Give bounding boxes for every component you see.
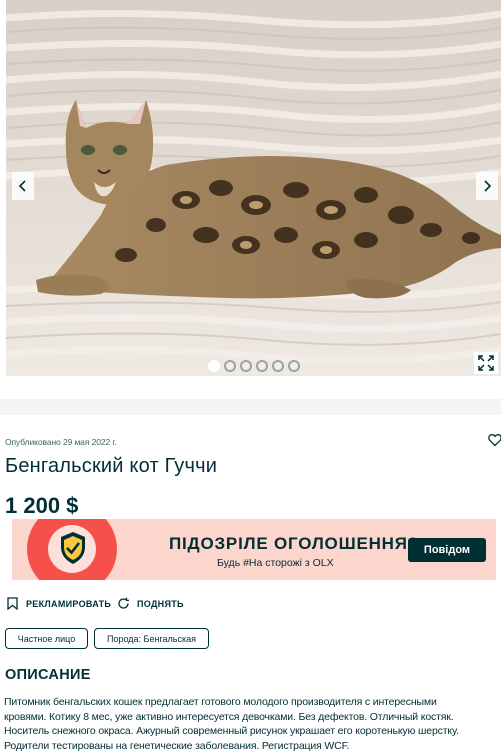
gallery-dot[interactable]: [208, 360, 220, 372]
bookmark-flag-icon: [7, 597, 18, 610]
fullscreen-button[interactable]: [474, 352, 498, 374]
description-line: Родители тестированы на генетические заб…: [4, 739, 350, 752]
expand-icon: [478, 355, 494, 371]
banner-headline: ПІДОЗРІЛЕ ОГОЛОШЕННЯ?: [169, 534, 419, 553]
gallery-dot[interactable]: [240, 360, 252, 372]
next-image-button[interactable]: [476, 172, 498, 200]
description-line: Носитель снежного окраса. Ажурный соврем…: [4, 725, 459, 738]
raise-label: ПОДНЯТЬ: [137, 598, 184, 609]
image-gallery[interactable]: [6, 0, 501, 376]
published-date: Опубликовано 29 мая 2022 г.: [5, 437, 117, 447]
description-line: кровями. Котику 8 мес, уже активно интер…: [4, 710, 454, 723]
tag-breed: Порода: Бенгальская: [94, 628, 209, 649]
promote-label: РЕКЛАМИРОВАТЬ: [26, 598, 112, 609]
heart-icon[interactable]: [488, 433, 501, 447]
gallery-dot[interactable]: [272, 360, 284, 372]
listing-price: 1 200 $: [5, 493, 79, 518]
scam-warning-banner: ПІДОЗРІЛЕ ОГОЛОШЕННЯ? Будь #На сторожі з…: [12, 519, 496, 580]
refresh-icon: [118, 597, 129, 609]
gallery-dot[interactable]: [256, 360, 268, 372]
report-button[interactable]: Повідом: [408, 538, 486, 562]
banner-subtext: Будь #На сторожі з OLX: [217, 557, 334, 569]
gallery-pagination: [208, 360, 300, 372]
shield-check-icon: [61, 532, 85, 564]
promote-button[interactable]: РЕКЛАМИРОВАТЬ: [6, 597, 111, 610]
bengal-cat-photo: [6, 0, 501, 376]
raise-button[interactable]: ПОДНЯТЬ: [117, 597, 184, 610]
description-title: ОПИСАНИЕ: [5, 667, 91, 683]
chevron-left-icon: [18, 180, 26, 192]
section-divider: [0, 399, 501, 415]
description-text: Питомник бенгальских кошек предлагает го…: [4, 695, 501, 753]
gallery-dot[interactable]: [288, 360, 300, 372]
gallery-dot[interactable]: [224, 360, 236, 372]
listing-title: Бенгальский кот Гуччи: [5, 455, 218, 477]
prev-image-button[interactable]: [12, 172, 34, 200]
tag-private-person: Частное лицо: [5, 628, 88, 649]
chevron-right-icon: [484, 180, 492, 192]
description-line: Питомник бенгальских кошек предлагает го…: [4, 696, 437, 708]
